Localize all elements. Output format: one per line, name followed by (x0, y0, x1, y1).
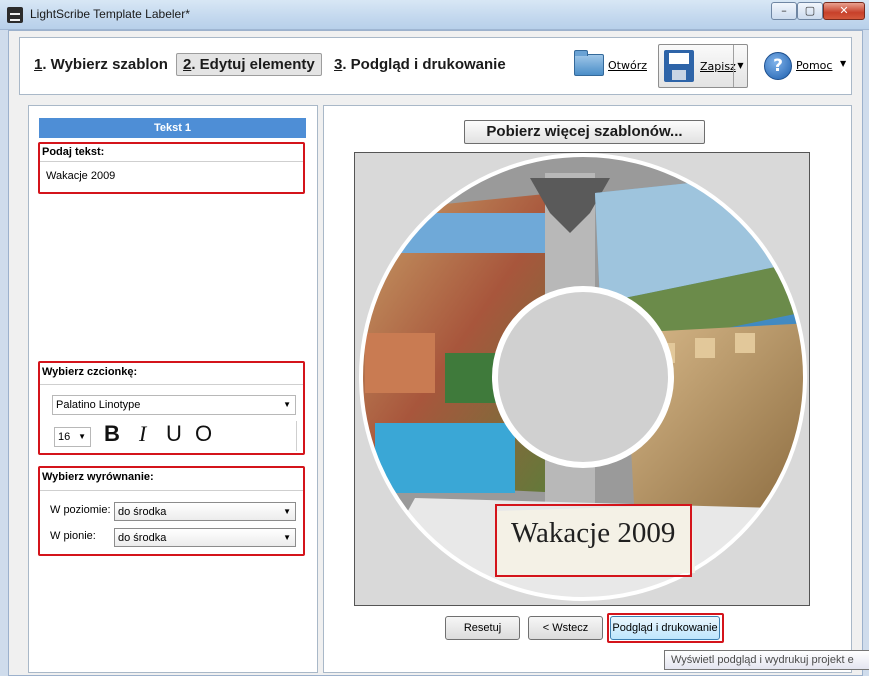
preview-panel: Pobierz więcej szablonów... Wakacje 2009… (323, 105, 852, 673)
italic-button[interactable]: I (139, 421, 146, 447)
vertical-align-select[interactable]: do środka ▼ (114, 528, 296, 547)
divider (296, 421, 297, 451)
open-label: Otwórz (608, 59, 647, 72)
step-preview-print[interactable]: 3. Podgląd i drukowanie (334, 56, 506, 73)
disc-hub (492, 286, 674, 468)
floppy-disk-icon (664, 50, 694, 82)
disc-preview: Wakacje 2009 (354, 152, 810, 606)
font-family-select[interactable]: Palatino Linotype ▼ (52, 395, 296, 415)
divider (40, 384, 303, 385)
save-label: Zapisz (700, 60, 736, 73)
label-text-input[interactable]: Wakacje 2009 (46, 170, 115, 182)
chevron-down-icon: ▼ (283, 533, 291, 542)
back-button[interactable]: < Wstecz (528, 616, 603, 640)
font-section: Wybierz czcionkę: Palatino Linotype ▼ 16… (38, 361, 305, 455)
chevron-down-icon: ▼ (283, 400, 291, 409)
font-section-title: Wybierz czcionkę: (42, 366, 138, 378)
window-title: LightScribe Template Labeler* (30, 7, 190, 21)
help-button[interactable]: ? Pomoc ▼ (762, 48, 848, 84)
pool-shape (375, 423, 515, 493)
app-icon (7, 7, 23, 23)
alignment-section: Wybierz wyrównanie: W poziomie: do środk… (38, 466, 305, 556)
disc-label-text[interactable]: Wakacje 2009 (511, 517, 675, 550)
font-family-value: Palatino Linotype (56, 399, 141, 411)
text-section-title: Podaj tekst: (42, 146, 105, 158)
font-size-select[interactable]: 16 ▼ (54, 427, 91, 447)
horizontal-align-select[interactable]: do środka ▼ (114, 502, 296, 521)
step-label: . Edytuj elementy (191, 56, 315, 73)
open-button[interactable]: Otwórz (572, 48, 648, 84)
element-editor-panel: Tekst 1 Podaj tekst: Wakacje 2009 Wybier… (28, 105, 318, 673)
step-edit-elements[interactable]: 2. Edytuj elementy (176, 53, 322, 76)
horizontal-align-value: do środka (118, 506, 167, 518)
step-select-template[interactable]: 1. Wybierz szablon (34, 56, 168, 73)
element-tab-header[interactable]: Tekst 1 (39, 118, 306, 138)
vertical-align-value: do środka (118, 532, 167, 544)
close-button[interactable]: ✕ (823, 2, 865, 20)
help-dropdown-arrow[interactable]: ▼ (840, 59, 846, 68)
divider (40, 490, 303, 491)
underline-button[interactable]: U (166, 421, 182, 447)
chevron-down-icon: ▼ (283, 507, 291, 516)
font-size-value: 16 (58, 431, 71, 443)
save-dropdown-arrow[interactable]: ▼ (733, 45, 747, 87)
alignment-section-title: Wybierz wyrównanie: (42, 471, 154, 483)
get-more-templates-button[interactable]: Pobierz więcej szablonów... (464, 120, 705, 144)
horizontal-align-label: W poziomie: (50, 504, 111, 516)
step-label: . Podgląd i drukowanie (342, 56, 506, 73)
bold-button[interactable]: B (104, 421, 120, 447)
folder-icon (574, 50, 604, 76)
save-button[interactable]: Zapisz ▼ (658, 44, 748, 88)
divider (40, 161, 303, 162)
tooltip: Wyświetl podgląd i wydrukuj projekt e (664, 650, 869, 670)
text-section: Podaj tekst: Wakacje 2009 (38, 142, 305, 194)
maximize-button[interactable]: ▢ (797, 2, 823, 20)
help-label: Pomoc (796, 59, 833, 72)
step-label: . Wybierz szablon (42, 56, 168, 73)
main-window: 1. Wybierz szablon 2. Edytuj elementy 3.… (8, 30, 863, 676)
outline-button[interactable]: O (195, 421, 212, 447)
vertical-align-label: W pionie: (50, 530, 96, 542)
toolbar: 1. Wybierz szablon 2. Edytuj elementy 3.… (19, 37, 852, 95)
chevron-down-icon: ▼ (78, 432, 86, 441)
help-icon: ? (764, 52, 792, 80)
preview-and-print-button[interactable]: Podgląd i drukowanie (610, 616, 720, 640)
minimize-button[interactable]: – (771, 2, 797, 20)
reset-button[interactable]: Resetuj (445, 616, 520, 640)
title-bar: LightScribe Template Labeler* – ▢ ✕ (0, 0, 869, 30)
